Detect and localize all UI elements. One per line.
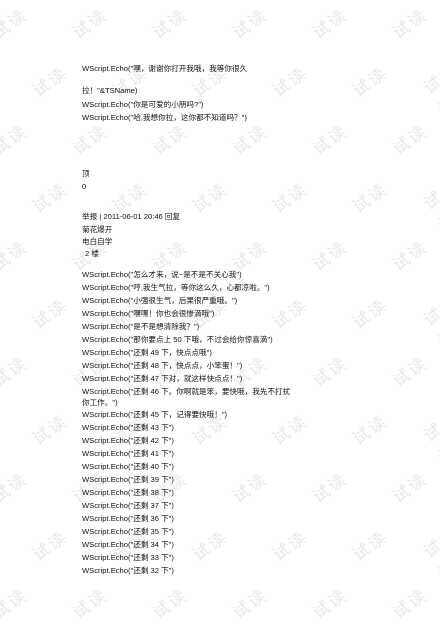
watermark-mark: 试读 (349, 63, 392, 102)
watermark-mark: 试读 (389, 585, 432, 624)
watermark-mark: 试读 (69, 121, 112, 160)
code-line: WScript.Echo("小强很生气，后果很严重哦。") (82, 296, 238, 305)
code-line: 你工作。") (82, 398, 118, 407)
watermark-mark: 试读 (389, 237, 432, 276)
code-line: WScript.Echo("还剩 43 下") (82, 423, 174, 432)
watermark-mark: 试读 (269, 295, 312, 334)
code-line: WScript.Echo("还剩 36 下") (82, 514, 174, 523)
watermark-mark: 试读 (349, 411, 392, 450)
watermark-mark: 试读 (389, 353, 432, 392)
floor-number: 2 楼 (85, 249, 99, 258)
code-line: WScript.Echo("还剩 42 下") (82, 436, 174, 445)
watermark-mark: 试读 (349, 527, 392, 566)
watermark-mark: 试读 (0, 5, 32, 44)
watermark-mark: 试读 (229, 121, 272, 160)
watermark-mark: 试读 (229, 5, 272, 44)
code-line: WScript.Echo("你是可爱的小朋吗?") (82, 100, 204, 109)
watermark-mark: 试读 (309, 121, 352, 160)
watermark-mark: 试读 (389, 121, 432, 160)
watermark-mark: 试读 (0, 121, 32, 160)
watermark-mark: 试读 (309, 469, 352, 508)
code-line: WScript.Echo("哈,我想你拉，这你都不知道吗？") (82, 113, 247, 122)
watermark-mark: 试读 (0, 237, 32, 276)
code-line: WScript.Echo("还剩 48 下，快点点，小笨蛋！") (82, 361, 243, 370)
watermark-layer: 试读 试读 试读 试读 试读 试读 试读 试读 试读 试读 试读 试读 试读 试读 试读 试读 试读 试读 试读 试读… (0, 0, 440, 624)
code-line: WScript.Echo("还剩 35 下") (82, 527, 174, 536)
code-line: WScript.Echo("还剩 33 下") (82, 553, 174, 562)
code-line: WScript.Echo("那你要点上 50 下哦，不过会给你惊喜滴") (82, 335, 273, 344)
watermark-mark: 试读 (349, 179, 392, 218)
watermark-mark: 试读 (29, 295, 72, 334)
code-line: WScript.Echo("还剩 46 下。你啊就是笨，要快哦，我先不打扰 (82, 387, 291, 396)
watermark-mark: 试读 (269, 527, 312, 566)
watermark-mark: 试读 (149, 585, 192, 624)
code-line: WScript.Echo("还剩 34 下") (82, 540, 174, 549)
code-line: WScript.Echo("嘿，谢谢你打开我哦，我等你很久 (82, 64, 248, 73)
watermark-mark: 试读 (349, 295, 392, 334)
watermark-mark: 试读 (29, 179, 72, 218)
top-count: 0 (82, 182, 87, 191)
top-label[interactable]: 顶 (82, 169, 90, 179)
watermark-mark: 试读 (189, 179, 232, 218)
watermark-mark: 试读 (0, 353, 32, 392)
watermark-mark: 试读 (420, 535, 440, 583)
watermark-mark: 试读 (189, 527, 232, 566)
code-line: WScript.Echo("还剩 47 下对，就这样快点点！") (82, 374, 243, 383)
watermark-mark: 试读 (229, 585, 272, 624)
watermark-mark: 试读 (309, 237, 352, 276)
code-line: WScript.Echo("哼,我生气拉，等你这么久，心都凉啦。") (82, 283, 270, 292)
code-line: WScript.Echo("还剩 45 下，记得要快哦！") (82, 410, 228, 419)
watermark-mark: 试读 (149, 121, 192, 160)
code-line: WScript.Echo("还剩 39 下") (82, 475, 174, 484)
code-line: WScript.Echo("还剩 38 下") (82, 488, 174, 497)
code-line: WScript.Echo("还剩 37 下") (82, 501, 174, 510)
code-line: WScript.Echo("还剩 40 下") (82, 462, 174, 471)
post-meta[interactable]: 举报 | 2011-06-01 20:46 回复 (82, 212, 180, 222)
watermark-mark: 试读 (29, 411, 72, 450)
code-line: WScript.Echo("是不是想清除我？") (82, 322, 200, 331)
watermark-mark: 试读 (29, 527, 72, 566)
document-page: 试读 试读 试读 试读 试读 试读 试读 试读 试读 试读 试读 试读 试读 试读 试读 试读 试读 试读 试读 试读… (0, 0, 440, 624)
watermark-mark: 试读 (420, 303, 440, 351)
watermark-mark: 试读 (389, 5, 432, 44)
code-line: WScript.Echo("还剩 32 下") (82, 566, 174, 575)
watermark-mark: 试读 (309, 5, 352, 44)
watermark-mark: 试读 (269, 411, 312, 450)
code-line: WScript.Echo("嘿嘿！你也会很惨滴哦") (82, 309, 215, 318)
watermark-mark: 试读 (0, 469, 32, 508)
watermark-mark: 试读 (0, 585, 32, 624)
code-line: WScript.Echo("还剩 49 下，快点点哦") (82, 348, 212, 357)
watermark-mark: 试读 (420, 71, 440, 119)
watermark-mark: 试读 (269, 63, 312, 102)
author-group: 电白自学 (82, 237, 113, 246)
code-line: WScript.Echo("怎么才来，说~是不是不关心我") (82, 270, 242, 279)
watermark-mark: 试读 (309, 585, 352, 624)
watermark-mark: 试读 (389, 469, 432, 508)
author-name: 菊花爆开 (82, 225, 113, 234)
watermark-mark: 试读 (420, 419, 440, 467)
watermark-mark: 试读 (149, 5, 192, 44)
watermark-mark: 试读 (69, 5, 112, 44)
watermark-mark: 试读 (229, 469, 272, 508)
watermark-mark: 试读 (29, 63, 72, 102)
watermark-mark: 试读 (269, 179, 312, 218)
code-line: WScript.Echo("还剩 41 下") (82, 449, 174, 458)
watermark-mark: 试读 (69, 585, 112, 624)
watermark-mark: 试读 (309, 353, 352, 392)
watermark-mark: 试读 (420, 187, 440, 235)
code-line: 拉！"&TSName) (82, 86, 138, 95)
